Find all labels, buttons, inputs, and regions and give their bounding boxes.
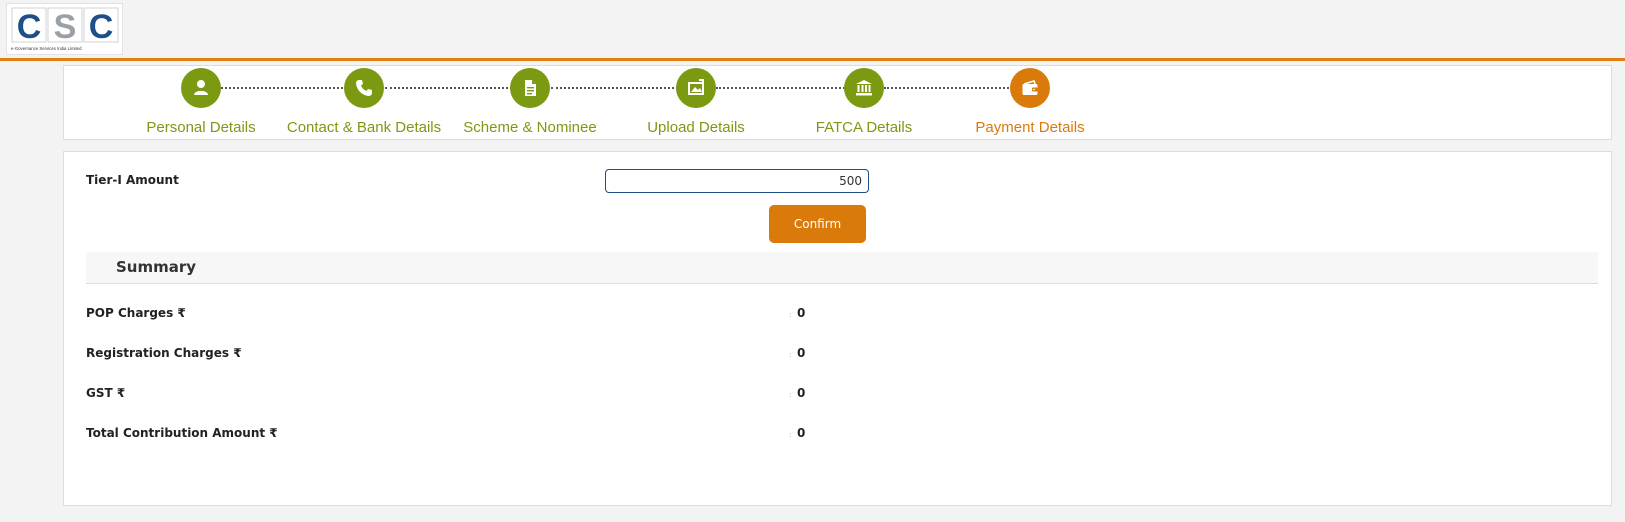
wallet-icon <box>1022 80 1038 95</box>
tier-amount-label: Tier-I Amount <box>86 173 179 187</box>
logo-letter: S <box>54 8 77 46</box>
step-payment-details[interactable]: Payment Details <box>930 68 1130 136</box>
person-icon <box>194 80 208 95</box>
summary-title: Summary <box>116 258 197 276</box>
upload-image-icon <box>688 79 704 95</box>
phone-icon <box>356 80 372 96</box>
gst-label: GST ₹ <box>86 386 126 400</box>
header: C S Ce-Governance Services India Limited <box>0 0 1625 61</box>
row-separator: : <box>789 391 792 399</box>
logo-letter: C <box>89 8 114 46</box>
total-contribution-value: 0 <box>797 426 806 440</box>
registration-charges-value: 0 <box>797 346 806 360</box>
step-circle <box>676 68 716 108</box>
summary-header: Summary <box>86 252 1598 284</box>
tier-amount-input[interactable] <box>605 169 869 193</box>
step-circle <box>844 68 884 108</box>
row-separator: : <box>789 351 792 359</box>
pop-charges-value: 0 <box>797 306 806 320</box>
pop-charges-label: POP Charges ₹ <box>86 306 186 320</box>
confirm-button[interactable]: Confirm <box>769 205 866 243</box>
gst-value: 0 <box>797 386 806 400</box>
total-contribution-label: Total Contribution Amount ₹ <box>86 426 278 440</box>
logo-letter: C <box>17 8 42 46</box>
row-separator: : <box>789 431 792 439</box>
step-label: Payment Details <box>975 119 1085 136</box>
step-circle <box>1010 68 1050 108</box>
bank-icon <box>856 80 872 96</box>
document-icon <box>525 80 536 96</box>
registration-charges-label: Registration Charges ₹ <box>86 346 242 360</box>
row-separator: : <box>789 311 792 319</box>
step-circle <box>510 68 550 108</box>
step-circle <box>181 68 221 108</box>
step-circle <box>344 68 384 108</box>
csc-logo[interactable]: C S Ce-Governance Services India Limited <box>6 3 123 55</box>
logo-tagline: e-Governance Services India Limited <box>11 46 82 51</box>
